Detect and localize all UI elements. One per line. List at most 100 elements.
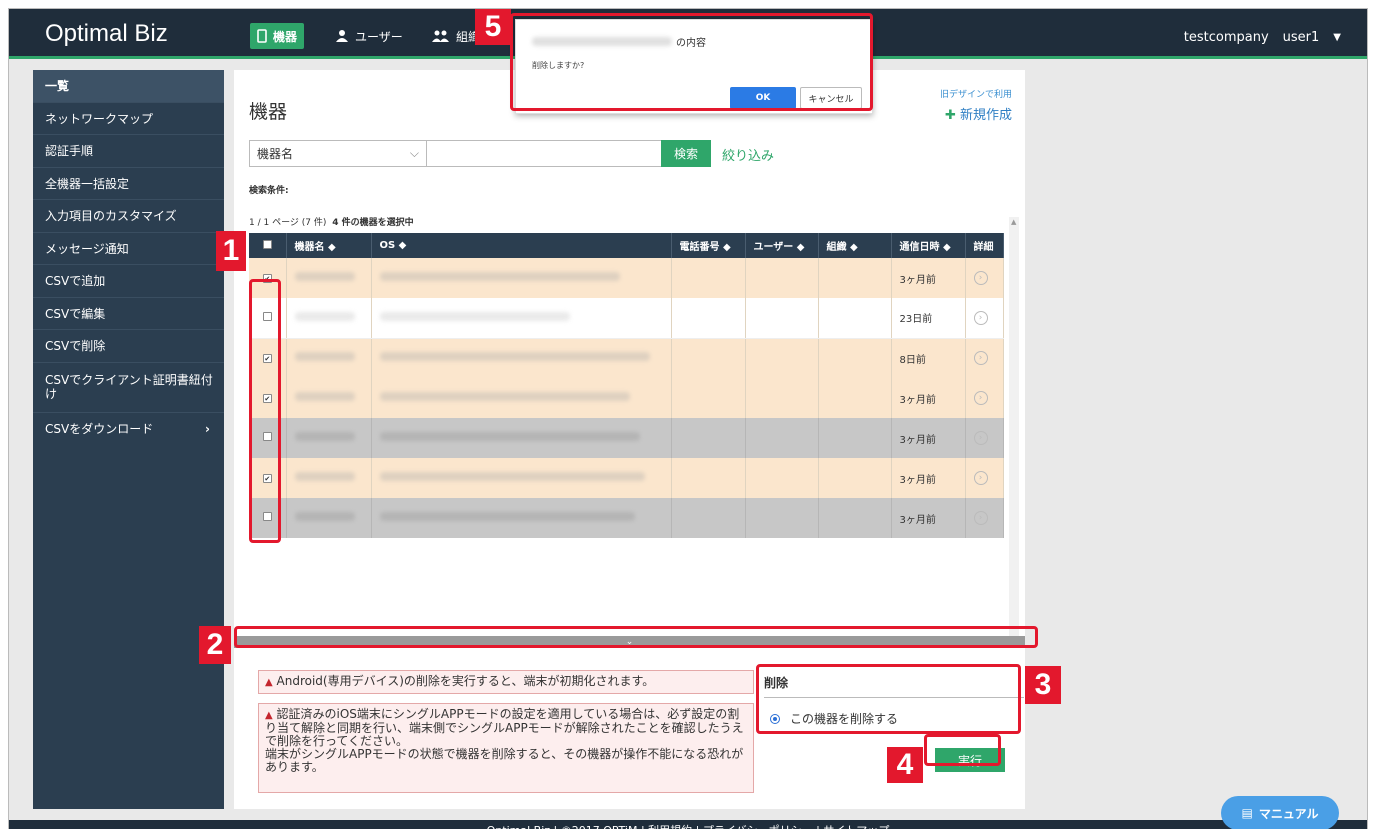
redacted-text xyxy=(294,311,355,321)
os-cell xyxy=(371,258,672,298)
sidebar: 一覧 ネットワークマップ 認証手順 全機器一括設定 入力項目のカスタマイズ メッ… xyxy=(33,70,224,809)
table-row[interactable]: 3ヶ月前 › xyxy=(249,378,1004,418)
search-conditions-label: 検索条件: xyxy=(249,186,289,196)
sidebar-item-list[interactable]: 一覧 xyxy=(33,70,224,103)
search-field-value: 機器名 xyxy=(257,147,294,161)
redacted-text xyxy=(294,472,355,481)
selected-count: 4 件の機器を選択中 xyxy=(332,218,414,228)
sidebar-item-csv-edit[interactable]: CSVで編集 xyxy=(33,298,224,330)
warning-android: ▲ Android(専用デバイス)の削除を実行すると、端末が初期化されます。 xyxy=(258,670,754,694)
annotation-number-4: 4 xyxy=(887,747,923,783)
col-os[interactable]: OS ◆ xyxy=(371,233,672,258)
detail-arrow-icon[interactable]: › xyxy=(973,431,988,445)
tab-users[interactable]: ユーザー xyxy=(335,23,403,49)
filter-link[interactable]: 絞り込み xyxy=(722,145,774,164)
group-icon xyxy=(432,30,449,42)
tab-devices[interactable]: 機器 xyxy=(250,23,305,49)
detail-arrow-icon[interactable]: › xyxy=(973,351,988,366)
col-phone[interactable]: 電話番号 ◆ xyxy=(671,233,746,258)
scroll-up-icon[interactable]: ▲ xyxy=(1011,218,1016,226)
comm-time-cell: 3ヶ月前 xyxy=(891,498,966,538)
redacted-text xyxy=(294,392,355,401)
plus-icon: ✚ xyxy=(944,108,956,123)
warning-icon: ▲ xyxy=(265,710,273,721)
detail-arrow-icon[interactable]: › xyxy=(973,471,988,485)
table-row[interactable]: 3ヶ月前 › xyxy=(249,498,1004,538)
detail-cell: › xyxy=(965,458,1004,498)
col-org[interactable]: 組織 ◆ xyxy=(818,233,892,258)
redacted-text xyxy=(294,512,355,521)
sidebar-item-network-map[interactable]: ネットワークマップ xyxy=(33,103,224,135)
device-name-cell xyxy=(286,258,372,298)
user-cell xyxy=(745,298,819,339)
sidebar-item-csv-download[interactable]: CSVをダウンロード › xyxy=(33,413,224,446)
redacted-text xyxy=(294,432,355,441)
brand-logo[interactable]: Optimal Biz xyxy=(45,20,168,48)
sidebar-item-csv-cert[interactable]: CSVでクライアント証明書紐付け xyxy=(33,363,224,413)
footer: Optimal Biz | ©2017 OPTiM | 利用規約 | プライバシ… xyxy=(9,820,1367,829)
user-cell xyxy=(745,378,819,418)
table-row[interactable]: 8日前 › xyxy=(249,338,1004,378)
table-row[interactable]: 3ヶ月前 › xyxy=(249,458,1004,498)
search-input[interactable] xyxy=(426,140,662,167)
phone-cell xyxy=(671,418,746,458)
detail-arrow-icon[interactable]: › xyxy=(973,511,988,525)
table-row[interactable]: 23日前 › xyxy=(249,298,1004,339)
manual-button-label: マニュアル xyxy=(1258,806,1319,821)
search-field-select[interactable]: 機器名 ⌵ xyxy=(249,140,427,167)
sidebar-item-csv-add[interactable]: CSVで追加 xyxy=(33,265,224,298)
col-device-name[interactable]: 機器名 ◆ xyxy=(286,233,372,258)
user-icon xyxy=(336,30,348,42)
comm-time-cell: 3ヶ月前 xyxy=(891,378,966,418)
manual-button[interactable]: ▤ マニュアル xyxy=(1221,796,1339,829)
phone-cell xyxy=(671,298,746,339)
user-cell xyxy=(745,258,819,298)
select-all-cell xyxy=(249,233,287,258)
tab-organizations[interactable]: 組織 xyxy=(432,23,480,49)
comm-time-cell: 8日前 xyxy=(891,338,966,378)
table-scrollbar[interactable] xyxy=(1009,217,1019,637)
detail-cell: › xyxy=(965,338,1004,378)
redacted-text xyxy=(379,272,620,281)
redacted-text xyxy=(294,352,355,362)
device-name-cell xyxy=(286,418,372,458)
app-window: Optimal Biz 機器 ユーザー 組織 testcompany user1… xyxy=(8,8,1368,829)
detail-arrow-icon[interactable]: › xyxy=(973,310,988,325)
phone-cell xyxy=(671,258,746,298)
new-create-link[interactable]: ✚ 新規作成 xyxy=(945,104,1012,123)
old-design-link[interactable]: 旧デザインで利用 xyxy=(940,87,1012,100)
new-create-label: 新規作成 xyxy=(959,108,1012,123)
device-icon xyxy=(257,29,267,43)
table-row[interactable]: 3ヶ月前 › xyxy=(249,258,1004,298)
device-name-cell xyxy=(286,498,372,538)
user-name: user1 xyxy=(1282,30,1320,45)
search-button[interactable]: 検索 xyxy=(661,140,711,167)
os-cell xyxy=(371,338,672,378)
detail-arrow-icon[interactable]: › xyxy=(973,271,988,285)
select-all-checkbox[interactable] xyxy=(262,239,272,249)
detail-cell: › xyxy=(965,298,1004,339)
sidebar-item-customize-fields[interactable]: 入力項目のカスタマイズ xyxy=(33,200,224,233)
sidebar-item-csv-delete[interactable]: CSVで削除 xyxy=(33,330,224,363)
warning-icon: ▲ xyxy=(265,677,273,688)
detail-arrow-icon[interactable]: › xyxy=(973,391,988,405)
comm-time-cell: 23日前 xyxy=(891,298,966,339)
detail-cell: › xyxy=(965,418,1004,458)
sidebar-item-message-notice[interactable]: メッセージ通知 xyxy=(33,233,224,265)
warning-android-text: Android(専用デバイス)の削除を実行すると、端末が初期化されます。 xyxy=(276,674,655,688)
sidebar-item-bulk-settings[interactable]: 全機器一括設定 xyxy=(33,168,224,200)
annotation-number-2: 2 xyxy=(199,626,231,664)
col-user[interactable]: ユーザー ◆ xyxy=(745,233,819,258)
os-cell xyxy=(371,418,672,458)
device-name-cell xyxy=(286,338,372,378)
phone-cell xyxy=(671,378,746,418)
redacted-text xyxy=(294,272,355,281)
tab-devices-label: 機器 xyxy=(273,29,298,44)
detail-cell: › xyxy=(965,258,1004,298)
col-comm-time[interactable]: 通信日時 ◆ xyxy=(891,233,966,258)
user-menu[interactable]: testcompany user1 ▼ xyxy=(1184,30,1341,45)
table-row[interactable]: 3ヶ月前 › xyxy=(249,418,1004,458)
page-info: 1 / 1 ページ (7 件) 4 件の機器を選択中 xyxy=(249,215,414,228)
org-cell xyxy=(818,458,892,498)
sidebar-item-auth-steps[interactable]: 認証手順 xyxy=(33,135,224,168)
